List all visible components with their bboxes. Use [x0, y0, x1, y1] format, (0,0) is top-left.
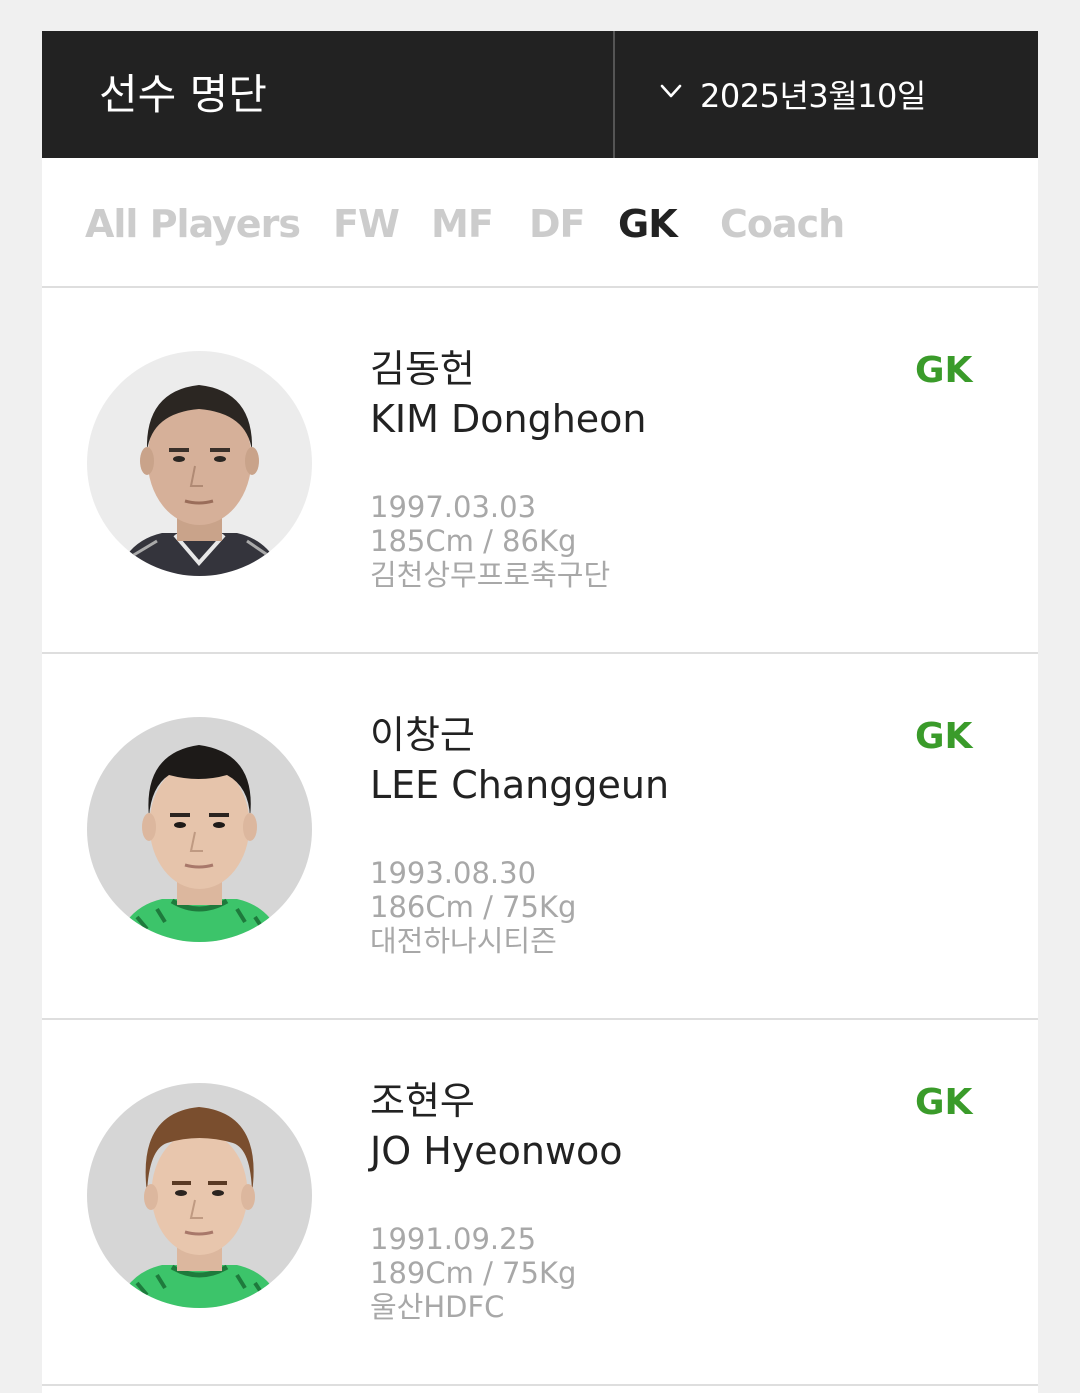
tab-coach[interactable]: Coach [720, 158, 845, 286]
player-photo [87, 351, 312, 576]
player-photo [87, 1083, 312, 1308]
date-value: 2025년3월10일 [700, 77, 926, 115]
chevron-down-icon [660, 84, 682, 98]
player-birthdate: 1991.09.25 [370, 1222, 537, 1256]
roster-panel: 선수 명단 2025년3월10일 All Players FW MF DF GK… [42, 31, 1038, 1393]
player-name-korean[interactable]: 조현우 [370, 1078, 475, 1124]
player-card[interactable]: 김동헌 KIM Dongheon GK 1997.03.03 185Cm / 8… [42, 288, 1038, 654]
player-name-english[interactable]: KIM Dongheon [370, 396, 647, 442]
player-height-weight: 185Cm / 86Kg [370, 524, 577, 558]
player-photo [87, 717, 312, 942]
position-badge: GK [915, 716, 973, 757]
player-birthdate: 1993.08.30 [370, 856, 537, 890]
player-club: 대전하나시티즌 [370, 924, 557, 958]
player-height-weight: 189Cm / 75Kg [370, 1256, 577, 1290]
player-birthdate: 1997.03.03 [370, 490, 537, 524]
player-height-weight: 186Cm / 75Kg [370, 890, 577, 924]
roster-header: 선수 명단 2025년3월10일 [42, 31, 1038, 158]
player-name-korean[interactable]: 김동헌 [370, 346, 475, 392]
player-card[interactable]: 이창근 LEE Changgeun GK 1993.08.30 186Cm / … [42, 654, 1038, 1020]
tab-mf[interactable]: MF [431, 158, 494, 286]
date-select[interactable]: 2025년3월10일 [615, 31, 1038, 158]
player-name-english[interactable]: LEE Changgeun [370, 762, 669, 808]
player-club: 울산HDFC [370, 1290, 505, 1324]
player-name-english[interactable]: JO Hyeonwoo [370, 1128, 623, 1174]
player-club: 김천상무프로축구단 [370, 558, 611, 592]
position-badge: GK [915, 350, 973, 391]
position-tabs: All Players FW MF DF GK Coach [42, 158, 1038, 288]
player-card[interactable]: 조현우 JO Hyeonwoo GK 1991.09.25 189Cm / 75… [42, 1020, 1038, 1386]
player-name-korean[interactable]: 이창근 [370, 712, 475, 758]
position-badge: GK [915, 1082, 973, 1123]
page-title: 선수 명단 [99, 70, 267, 119]
tab-gk[interactable]: GK [618, 158, 678, 286]
tab-all-players[interactable]: All Players [85, 158, 301, 286]
tab-df[interactable]: DF [529, 158, 586, 286]
tab-fw[interactable]: FW [333, 158, 400, 286]
